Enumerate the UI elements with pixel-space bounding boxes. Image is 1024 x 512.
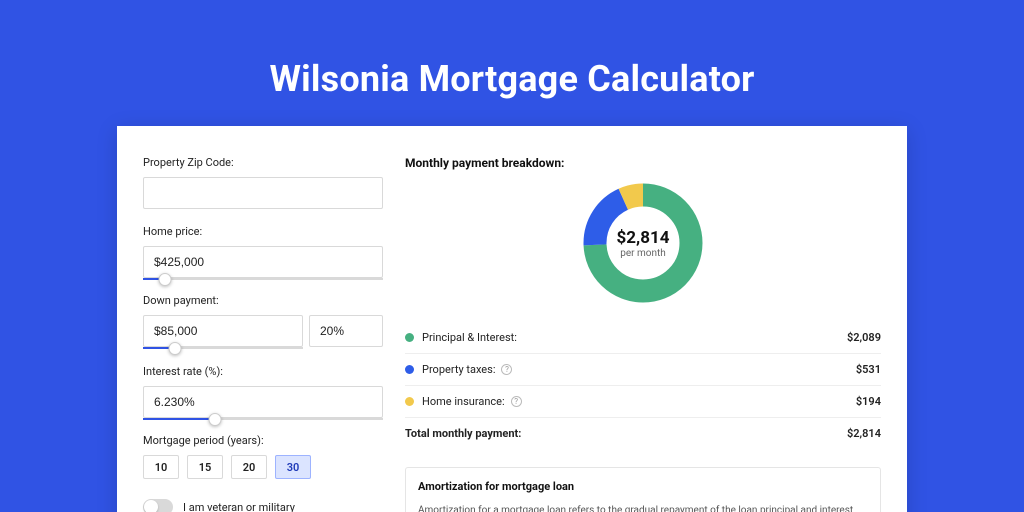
inputs-column: Property Zip Code: Home price: Down paym… [143,156,383,512]
breakdown-label: Property taxes:? [422,363,856,376]
home-price-slider-knob[interactable] [158,273,171,286]
total-value: $2,814 [847,427,881,440]
mortgage-period-option-15[interactable]: 15 [187,455,223,479]
interest-rate-label: Interest rate (%): [143,365,383,378]
down-payment-pct-input[interactable] [309,315,383,347]
interest-rate-slider-knob[interactable] [209,413,222,426]
info-icon[interactable]: ? [501,364,512,375]
calculator-card: Property Zip Code: Home price: Down paym… [117,126,907,512]
veteran-toggle[interactable] [143,499,173,512]
breakdown-row: Home insurance:?$194 [405,386,881,418]
home-price-slider-rail[interactable] [143,278,383,280]
donut-sublabel: per month [620,248,666,259]
mortgage-period-option-20[interactable]: 20 [231,455,267,479]
interest-rate-group [143,386,383,418]
zip-input[interactable] [143,177,383,209]
breakdown-row: Property taxes:?$531 [405,354,881,386]
mortgage-period-option-30[interactable]: 30 [275,455,311,479]
amortization-body: Amortization for a mortgage loan refers … [418,503,868,512]
breakdown-label: Home insurance:? [422,395,856,408]
breakdown-row: Principal & Interest:$2,089 [405,322,881,354]
page-title: Wilsonia Mortgage Calculator [0,0,1024,126]
home-price-input[interactable] [143,246,383,278]
mortgage-period-label: Mortgage period (years): [143,434,383,447]
down-payment-input[interactable] [143,315,303,347]
payment-donut-chart: $2,814 per month [582,182,704,304]
home-price-group [143,246,383,278]
breakdown-label: Principal & Interest: [422,331,847,344]
legend-dot [405,333,414,342]
donut-value: $2,814 [617,228,670,248]
down-payment-slider-knob[interactable] [169,342,182,355]
amortization-title: Amortization for mortgage loan [418,480,868,493]
total-label: Total monthly payment: [405,427,847,440]
breakdown-title: Monthly payment breakdown: [405,156,881,170]
legend-dot [405,397,414,406]
breakdown-column: Monthly payment breakdown: $2,814 per mo… [405,156,881,512]
toggle-knob [144,500,158,512]
amortization-box: Amortization for mortgage loan Amortizat… [405,467,881,512]
info-icon[interactable]: ? [511,396,522,407]
veteran-label: I am veteran or military [183,501,295,512]
legend-dot [405,365,414,374]
breakdown-value: $531 [856,363,881,376]
zip-label: Property Zip Code: [143,156,383,169]
veteran-row: I am veteran or military [143,499,383,512]
mortgage-period-option-10[interactable]: 10 [143,455,179,479]
breakdown-value: $2,089 [847,331,881,344]
mortgage-period-options: 10 15 20 30 [143,455,383,479]
down-payment-group [143,315,383,347]
total-row: Total monthly payment: $2,814 [405,418,881,449]
donut-wrap: $2,814 per month [405,182,881,304]
breakdown-value: $194 [856,395,881,408]
interest-rate-input[interactable] [143,386,383,418]
home-price-label: Home price: [143,225,383,238]
down-payment-label: Down payment: [143,294,383,307]
